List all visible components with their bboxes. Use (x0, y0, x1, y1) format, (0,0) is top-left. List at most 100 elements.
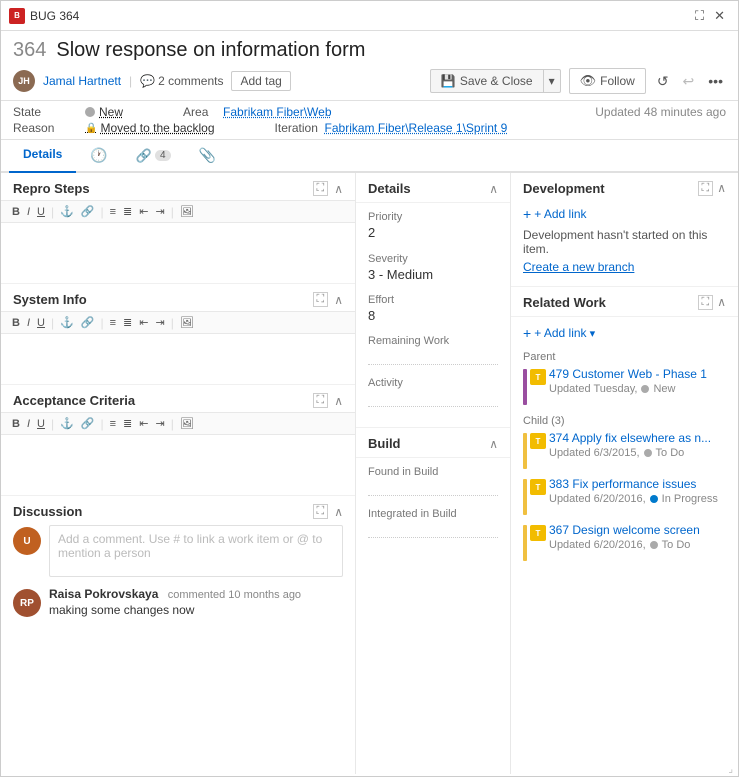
reason-value[interactable]: 🔒 Moved to the backlog (85, 121, 215, 135)
rich-list3[interactable]: ⇤ (136, 204, 151, 219)
tab-links[interactable]: 🔗 4 (122, 140, 185, 173)
comment-author-1: Raisa Pokrovskaya (49, 587, 158, 601)
child3-meta: Updated 6/20/2016, To Do (549, 539, 700, 551)
details-collapse-icon[interactable]: ∧ (489, 182, 498, 196)
related-parent-label: Parent (523, 351, 726, 363)
rich-list4[interactable]: ⇥ (152, 204, 167, 219)
ac-content[interactable] (1, 435, 355, 495)
found-in-build-value[interactable] (368, 480, 498, 496)
ac-underline[interactable]: U (34, 417, 48, 431)
repro-steps-rich-toolbar: B I U | ⚓ 🔗 | ≡ ≣ ⇤ ⇥ | 🖼 (1, 200, 355, 223)
tab-attachments[interactable]: 📎 (185, 140, 230, 173)
tab-history[interactable]: 🕐 (76, 140, 121, 173)
maximize-button[interactable]: ⛶ (690, 6, 709, 26)
save-close-button[interactable]: 💾 Save & Close (430, 69, 544, 93)
sysinfo-expand-icon[interactable]: ⛶ (313, 292, 329, 307)
repro-steps-content[interactable] (1, 223, 355, 283)
effort-value[interactable]: 8 (368, 308, 498, 323)
rich-bold[interactable]: B (9, 205, 23, 219)
remaining-work-value[interactable] (368, 349, 498, 365)
refresh-button[interactable]: ↺ (654, 71, 672, 92)
related-add-link[interactable]: + + Add link ▾ (523, 325, 726, 341)
child2-title[interactable]: 383 Fix performance issues (549, 477, 718, 493)
rich-link2[interactable]: 🔗 (78, 204, 98, 219)
dev-collapse-icon[interactable]: ∧ (717, 181, 726, 196)
child3-status-dot (650, 541, 658, 549)
disc-expand-icon[interactable]: ⛶ (313, 504, 329, 519)
system-info-content[interactable] (1, 334, 355, 384)
resize-handle[interactable]: ⌟ (728, 764, 733, 775)
repro-steps-section: Repro Steps ⛶ ∧ B I U | ⚓ 🔗 | ≡ ≣ ⇤ ⇥ | … (1, 173, 355, 284)
ac-list4[interactable]: ⇥ (152, 416, 167, 431)
right-panel: Development ⛶ ∧ + + Add link Development… (511, 173, 738, 774)
activity-value[interactable] (368, 391, 498, 407)
ac-link[interactable]: ⚓ (57, 416, 77, 431)
system-info-rich-toolbar: B I U | ⚓ 🔗 | ≡ ≣ ⇤ ⇥ | 🖼 (1, 311, 355, 334)
ac-collapse-icon[interactable]: ∧ (334, 394, 343, 408)
si-image[interactable]: 🖼 (177, 315, 197, 330)
si-list1[interactable]: ≡ (107, 316, 119, 330)
child1-title[interactable]: 374 Apply fix elsewhere as n... (549, 431, 711, 447)
si-italic[interactable]: I (24, 316, 33, 330)
si-underline[interactable]: U (34, 316, 48, 330)
repro-expand-icon[interactable]: ⛶ (313, 181, 329, 196)
comment-user-avatar: U (13, 527, 41, 555)
si-bold[interactable]: B (9, 316, 23, 330)
child3-title[interactable]: 367 Design welcome screen (549, 523, 700, 539)
save-close-dropdown-button[interactable]: ▾ (544, 69, 561, 93)
iteration-value[interactable]: Fabrikam Fiber\Release 1\Sprint 9 (325, 121, 508, 135)
rich-image[interactable]: 🖼 (177, 204, 197, 219)
ac-expand-icon[interactable]: ⛶ (313, 393, 329, 408)
repro-collapse-icon[interactable]: ∧ (334, 182, 343, 196)
ac-list1[interactable]: ≡ (107, 417, 119, 431)
ac-bold[interactable]: B (9, 417, 23, 431)
work-item-title-row: 364 Slow response on information form (13, 39, 726, 62)
rich-underline[interactable]: U (34, 205, 48, 219)
ac-list3[interactable]: ⇤ (136, 416, 151, 431)
priority-value[interactable]: 2 (368, 225, 498, 241)
severity-value[interactable]: 3 - Medium (368, 267, 498, 282)
tab-details[interactable]: Details (9, 140, 76, 173)
related-add-dropdown-icon[interactable]: ▾ (590, 327, 596, 340)
rich-link[interactable]: ⚓ (57, 204, 77, 219)
related-icons: ⛶ ∧ (698, 295, 727, 310)
si-list4[interactable]: ⇥ (152, 315, 167, 330)
si-list3[interactable]: ⇤ (136, 315, 151, 330)
dev-expand-icon[interactable]: ⛶ (698, 181, 714, 196)
parent-title[interactable]: 479 Customer Web - Phase 1 (549, 367, 707, 383)
area-value[interactable]: Fabrikam Fiber\Web (223, 105, 331, 119)
child1-meta: Updated 6/3/2015, To Do (549, 447, 711, 459)
si-link[interactable]: ⚓ (57, 315, 77, 330)
ac-link2[interactable]: 🔗 (78, 416, 98, 431)
rich-list2[interactable]: ≣ (120, 204, 135, 219)
si-link2[interactable]: 🔗 (78, 315, 98, 330)
integrated-in-build-value[interactable] (368, 522, 498, 538)
related-collapse-icon[interactable]: ∧ (717, 295, 726, 310)
comments-button[interactable]: 💬 2 comments (140, 74, 223, 88)
disc-collapse-icon[interactable]: ∧ (334, 505, 343, 519)
si-list2[interactable]: ≣ (120, 315, 135, 330)
add-tag-button[interactable]: Add tag (231, 71, 290, 91)
more-button[interactable]: ••• (705, 71, 726, 91)
create-branch-link[interactable]: Create a new branch (523, 260, 726, 274)
rich-italic[interactable]: I (24, 205, 33, 219)
related-expand-icon[interactable]: ⛶ (698, 295, 714, 310)
ac-italic[interactable]: I (24, 417, 33, 431)
follow-button[interactable]: 👁 Follow (569, 68, 646, 94)
sysinfo-collapse-icon[interactable]: ∧ (334, 293, 343, 307)
state-value[interactable]: New (85, 105, 123, 119)
dev-add-link[interactable]: + + Add link (523, 206, 726, 222)
tabs-bar: Details 🕐 🔗 4 📎 (1, 140, 738, 173)
undo-button[interactable]: ↩ (680, 71, 698, 92)
user-name[interactable]: Jamal Hartnett (43, 74, 121, 88)
comment-text-1: making some changes now (49, 603, 301, 617)
build-collapse-icon[interactable]: ∧ (489, 437, 498, 451)
close-button[interactable]: ✕ (709, 6, 730, 26)
ac-list2[interactable]: ≣ (120, 416, 135, 431)
ac-image[interactable]: 🖼 (177, 416, 197, 431)
comment-input[interactable]: Add a comment. Use # to link a work item… (49, 525, 343, 577)
dev-icons: ⛶ ∧ (698, 181, 727, 196)
work-item-title[interactable]: Slow response on information form (56, 39, 365, 62)
details-title: Details (368, 181, 489, 196)
rich-list1[interactable]: ≡ (107, 205, 119, 219)
